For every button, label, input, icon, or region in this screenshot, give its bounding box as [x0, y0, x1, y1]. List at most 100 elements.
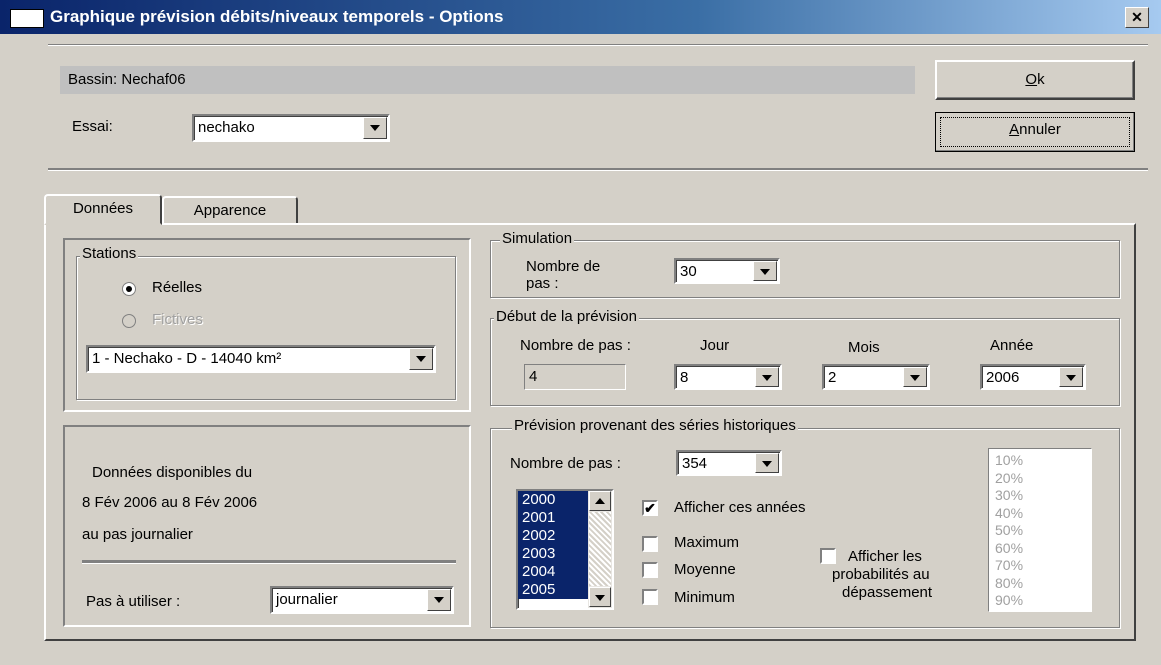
stations-title: Stations	[80, 245, 139, 262]
year-item[interactable]: 2005	[518, 581, 588, 599]
hist-nombre-combo[interactable]: 354	[676, 450, 782, 476]
essai-label: Essai:	[72, 118, 113, 135]
radio-fictives[interactable]	[122, 314, 136, 328]
tab-donnees-label: Données	[72, 200, 134, 217]
hist-nombre-label: Nombre de pas :	[510, 455, 621, 472]
debut-nombre-field: 4	[524, 364, 626, 390]
title-bar: Graphique prévision débits/niveaux tempo…	[0, 0, 1161, 34]
scroll-up-button[interactable]	[589, 491, 611, 511]
year-item[interactable]: 2004	[518, 563, 588, 581]
tab-donnees[interactable]: Données	[44, 194, 162, 225]
ok-label-rest: k	[1037, 71, 1045, 88]
sim-nombre-label-1: Nombre de	[526, 258, 601, 275]
debut-nombre-label: Nombre de pas :	[520, 337, 631, 354]
radio-fictives-label: Fictives	[152, 311, 203, 328]
debut-group	[490, 318, 1120, 406]
chevron-down-icon[interactable]	[409, 348, 433, 370]
bassin-bar: Bassin: Nechaf06	[60, 66, 915, 94]
pas-label: Pas à utiliser :	[86, 593, 181, 610]
maximum-label: Maximum	[674, 534, 740, 551]
available-line-2: 8 Fév 2006 au 8 Fév 2006	[82, 494, 258, 511]
separator	[48, 44, 1148, 46]
essai-value: nechako	[198, 119, 255, 136]
station-combo[interactable]: 1 - Nechako - D - 14040 km²	[86, 345, 436, 373]
mois-combo[interactable]: 2	[822, 364, 930, 390]
separator	[82, 560, 456, 564]
scroll-track[interactable]	[589, 512, 611, 586]
moyenne-label: Moyenne	[674, 561, 736, 578]
radio-reelles[interactable]	[122, 282, 136, 296]
percentile-item[interactable]: 60%	[989, 540, 1023, 558]
proba-label-3: dépassement	[842, 584, 933, 601]
radio-reelles-label: Réelles	[152, 279, 203, 296]
pas-combo[interactable]: journalier	[270, 586, 454, 614]
jour-combo[interactable]: 8	[674, 364, 782, 390]
close-icon: ✕	[1131, 9, 1143, 25]
percentile-listbox[interactable]: 10% 20% 30% 40% 50% 60% 70% 80% 90%	[988, 448, 1092, 612]
stations-group	[76, 256, 456, 400]
minimum-label: Minimum	[674, 589, 735, 606]
mois-value: 2	[828, 369, 837, 386]
bassin-label: Bassin: Nechaf06	[68, 71, 186, 88]
chevron-down-icon[interactable]	[427, 589, 451, 611]
chevron-down-icon[interactable]	[1059, 367, 1083, 387]
chevron-down-icon[interactable]	[755, 367, 779, 387]
window-title: Graphique prévision débits/niveaux tempo…	[50, 7, 504, 26]
proba-label-1: Afficher les	[848, 548, 922, 565]
maximum-checkbox[interactable]	[642, 536, 658, 552]
percentile-item[interactable]: 80%	[989, 575, 1023, 593]
percentile-item[interactable]: 20%	[989, 470, 1023, 488]
available-line-3: au pas journalier	[82, 526, 193, 543]
percentile-item[interactable]: 50%	[989, 522, 1023, 540]
percentile-item[interactable]: 40%	[989, 505, 1023, 523]
cancel-button[interactable]: Annuler	[935, 112, 1135, 152]
afficher-annees-checkbox[interactable]: ✔	[642, 500, 658, 516]
percentile-item[interactable]: 10%	[989, 452, 1023, 470]
years-scrollbar[interactable]	[588, 491, 612, 608]
station-value: 1 - Nechako - D - 14040 km²	[92, 350, 282, 367]
minimum-checkbox[interactable]	[642, 589, 658, 605]
probabilites-checkbox[interactable]	[820, 548, 836, 564]
tab-apparence-label: Apparence	[193, 202, 267, 219]
ok-mnemonic: O	[1025, 71, 1038, 88]
ok-button[interactable]: Ok	[935, 60, 1135, 100]
annee-label: Année	[990, 337, 1034, 354]
app-icon	[10, 9, 44, 28]
annee-value: 2006	[986, 369, 1020, 386]
chevron-down-icon[interactable]	[755, 453, 779, 473]
hist-nombre-value: 354	[682, 455, 708, 472]
mois-label: Mois	[848, 339, 880, 356]
tab-apparence[interactable]: Apparence	[162, 196, 298, 223]
simulation-title: Simulation	[500, 230, 575, 247]
afficher-annees-label: Afficher ces années	[674, 499, 806, 516]
chevron-down-icon[interactable]	[903, 367, 927, 387]
year-item[interactable]: 2003	[518, 545, 588, 563]
moyenne-checkbox[interactable]	[642, 562, 658, 578]
scroll-down-button[interactable]	[589, 587, 611, 607]
annee-combo[interactable]: 2006	[980, 364, 1086, 390]
historique-title: Prévision provenant des séries historiqu…	[512, 417, 798, 434]
chevron-down-icon[interactable]	[753, 261, 777, 281]
year-item[interactable]: 2002	[518, 527, 588, 545]
percentile-item[interactable]: 30%	[989, 487, 1023, 505]
jour-value: 8	[680, 369, 689, 386]
percentile-item[interactable]: 90%	[989, 592, 1023, 610]
separator	[48, 168, 1148, 171]
percentile-item[interactable]: 70%	[989, 557, 1023, 575]
sim-nombre-label-2: pas :	[526, 275, 559, 292]
chevron-down-icon	[595, 595, 605, 601]
sim-nombre-value: 30	[680, 263, 697, 280]
proba-label-2: probabilités au	[832, 566, 930, 583]
sim-nombre-combo[interactable]: 30	[674, 258, 780, 284]
debut-title: Début de la prévision	[494, 308, 639, 325]
available-line-1: Données disponibles du	[92, 464, 253, 481]
pas-value: journalier	[276, 591, 338, 608]
essai-combo[interactable]: nechako	[192, 114, 390, 142]
year-item[interactable]: 2000	[518, 491, 588, 509]
close-button[interactable]: ✕	[1125, 7, 1149, 28]
year-item[interactable]: 2001	[518, 509, 588, 527]
chevron-up-icon	[595, 498, 605, 504]
jour-label: Jour	[700, 337, 730, 354]
chevron-down-icon[interactable]	[363, 117, 387, 139]
years-listbox[interactable]: 2000 2001 2002 2003 2004 2005	[516, 489, 614, 610]
